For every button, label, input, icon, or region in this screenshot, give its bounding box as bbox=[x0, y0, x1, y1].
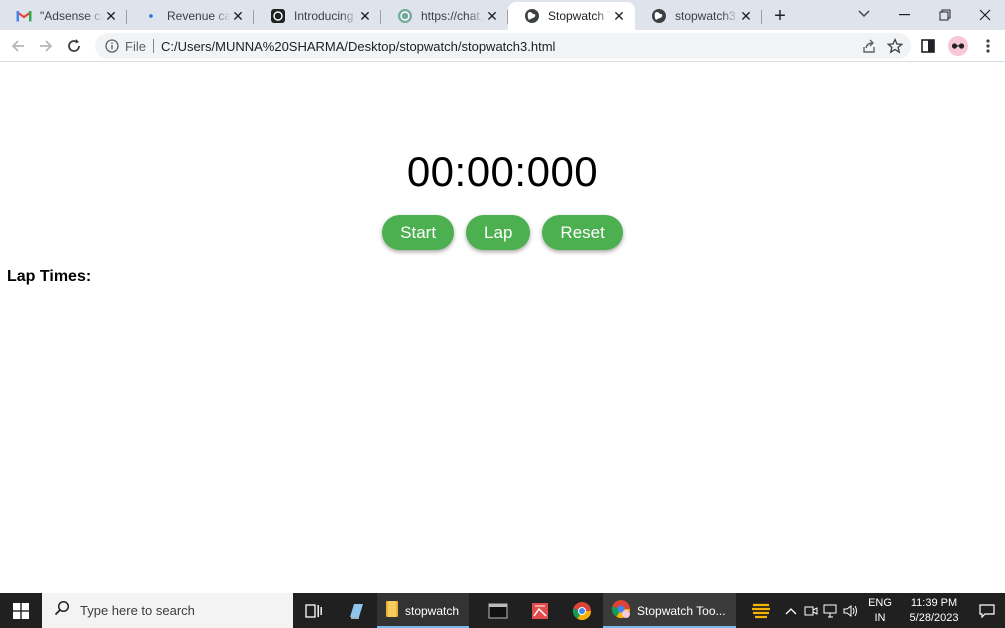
tab-chat-openai[interactable]: https://chat.op ✕ bbox=[381, 2, 508, 30]
close-icon[interactable]: ✕ bbox=[230, 8, 246, 24]
address-bar[interactable]: File bbox=[95, 33, 911, 59]
close-window-icon[interactable] bbox=[965, 0, 1005, 30]
taskbar-chrome-stopwatch-window[interactable]: Stopwatch Too... bbox=[603, 593, 736, 628]
stopwatch-controls: Start Lap Reset bbox=[0, 215, 1005, 250]
taskbar-clock[interactable]: 11:39 PM 5/28/2023 bbox=[899, 596, 969, 626]
info-icon[interactable] bbox=[105, 39, 119, 53]
globe-icon bbox=[524, 8, 540, 24]
terminal-app-icon[interactable] bbox=[477, 593, 519, 628]
minimize-icon[interactable] bbox=[885, 0, 925, 30]
reset-button[interactable]: Reset bbox=[542, 215, 623, 250]
close-icon[interactable]: ✕ bbox=[103, 8, 119, 24]
scheme-chip: File bbox=[125, 38, 146, 54]
profile-avatar-icon[interactable] bbox=[945, 32, 971, 60]
reload-icon[interactable] bbox=[60, 32, 88, 60]
task-view-icon[interactable] bbox=[293, 593, 335, 628]
windows-taskbar: stopwatch Stopwatch Too... ENG bbox=[0, 593, 1005, 628]
taskbar-item-label: Stopwatch Too... bbox=[637, 603, 726, 618]
new-tab-button[interactable]: + bbox=[762, 2, 798, 30]
lap-button[interactable]: Lap bbox=[466, 215, 531, 250]
restore-icon[interactable] bbox=[925, 0, 965, 30]
input-language[interactable]: ENG IN bbox=[865, 596, 895, 626]
region-code: IN bbox=[874, 611, 886, 624]
chevron-up-icon[interactable] bbox=[781, 593, 801, 628]
system-tray: ENG IN 11:39 PM 5/28/2023 bbox=[781, 593, 1005, 628]
forward-arrow-icon[interactable] bbox=[32, 32, 60, 60]
tab-stopwatch3-html[interactable]: stopwatch3.htm ✕ bbox=[635, 2, 762, 30]
meet-now-icon[interactable] bbox=[801, 593, 821, 628]
taskbar-item-label: stopwatch bbox=[405, 603, 460, 618]
toolbar-right bbox=[915, 32, 1001, 60]
share-icon[interactable] bbox=[859, 36, 879, 56]
back-arrow-icon[interactable] bbox=[4, 32, 32, 60]
folder-icon bbox=[385, 600, 399, 621]
clock-time: 11:39 PM bbox=[910, 596, 958, 609]
page-content: 00:00:000 Start Lap Reset Lap Times: bbox=[0, 62, 1005, 593]
image-viewer-app-icon[interactable] bbox=[519, 593, 561, 628]
address-divider bbox=[152, 39, 154, 53]
clock-date: 5/28/2023 bbox=[909, 611, 959, 624]
more-menu-icon[interactable] bbox=[975, 32, 1001, 60]
start-button[interactable]: Start bbox=[382, 215, 455, 250]
lap-times-heading: Lap Times: bbox=[7, 268, 92, 285]
bookmark-star-icon[interactable] bbox=[885, 36, 905, 56]
tab-strip: "Adsense calcul ✕ Revenue calcula ✕ Intr… bbox=[0, 0, 1005, 30]
tab-title: https://chat.op bbox=[421, 9, 484, 23]
tab-search-chevron-icon[interactable] bbox=[852, 4, 876, 24]
browser-toolbar: File bbox=[0, 30, 1005, 62]
globe-icon bbox=[651, 8, 667, 24]
side-panel-icon[interactable] bbox=[915, 32, 941, 60]
tab-title: Introducing Ch bbox=[294, 9, 357, 23]
notification-icon[interactable] bbox=[969, 593, 1005, 628]
weather-widget-icon[interactable] bbox=[740, 593, 782, 628]
tab-revenue[interactable]: Revenue calcula ✕ bbox=[127, 2, 254, 30]
close-icon[interactable]: ✕ bbox=[357, 8, 373, 24]
url-input[interactable] bbox=[160, 38, 821, 54]
tab-introducing-chatgpt[interactable]: Introducing Ch ✕ bbox=[254, 2, 381, 30]
omnibox-actions bbox=[859, 36, 905, 56]
close-icon[interactable]: ✕ bbox=[611, 8, 627, 24]
close-icon[interactable]: ✕ bbox=[484, 8, 500, 24]
dot-icon bbox=[143, 8, 159, 24]
network-icon[interactable] bbox=[821, 593, 841, 628]
tab-separator bbox=[761, 10, 762, 24]
chrome-app-icon[interactable] bbox=[561, 593, 603, 628]
taskbar-search-input[interactable] bbox=[80, 603, 280, 618]
notepad-app-icon[interactable] bbox=[335, 593, 377, 628]
taskbar-search[interactable] bbox=[42, 593, 293, 628]
openai-icon bbox=[270, 8, 286, 24]
tab-title: Stopwatch Tool bbox=[548, 9, 611, 23]
close-icon[interactable]: ✕ bbox=[738, 8, 754, 24]
search-icon bbox=[54, 600, 70, 621]
stopwatch-display: 00:00:000 bbox=[406, 148, 599, 195]
tab-title: "Adsense calcul bbox=[40, 9, 103, 23]
taskbar-folder-stopwatch[interactable]: stopwatch bbox=[377, 593, 470, 628]
openai-icon bbox=[397, 8, 413, 24]
volume-icon[interactable] bbox=[841, 593, 861, 628]
window-controls bbox=[885, 0, 1005, 30]
tab-adsense[interactable]: "Adsense calcul ✕ bbox=[0, 2, 127, 30]
windows-start-icon[interactable] bbox=[0, 593, 42, 628]
gmail-icon bbox=[16, 8, 32, 24]
tab-stopwatch-tool[interactable]: Stopwatch Tool ✕ bbox=[508, 2, 635, 30]
language-code: ENG bbox=[868, 596, 892, 609]
chrome-profile-icon bbox=[611, 599, 631, 622]
tab-title: stopwatch3.htm bbox=[675, 9, 738, 23]
tab-title: Revenue calcula bbox=[167, 9, 230, 23]
